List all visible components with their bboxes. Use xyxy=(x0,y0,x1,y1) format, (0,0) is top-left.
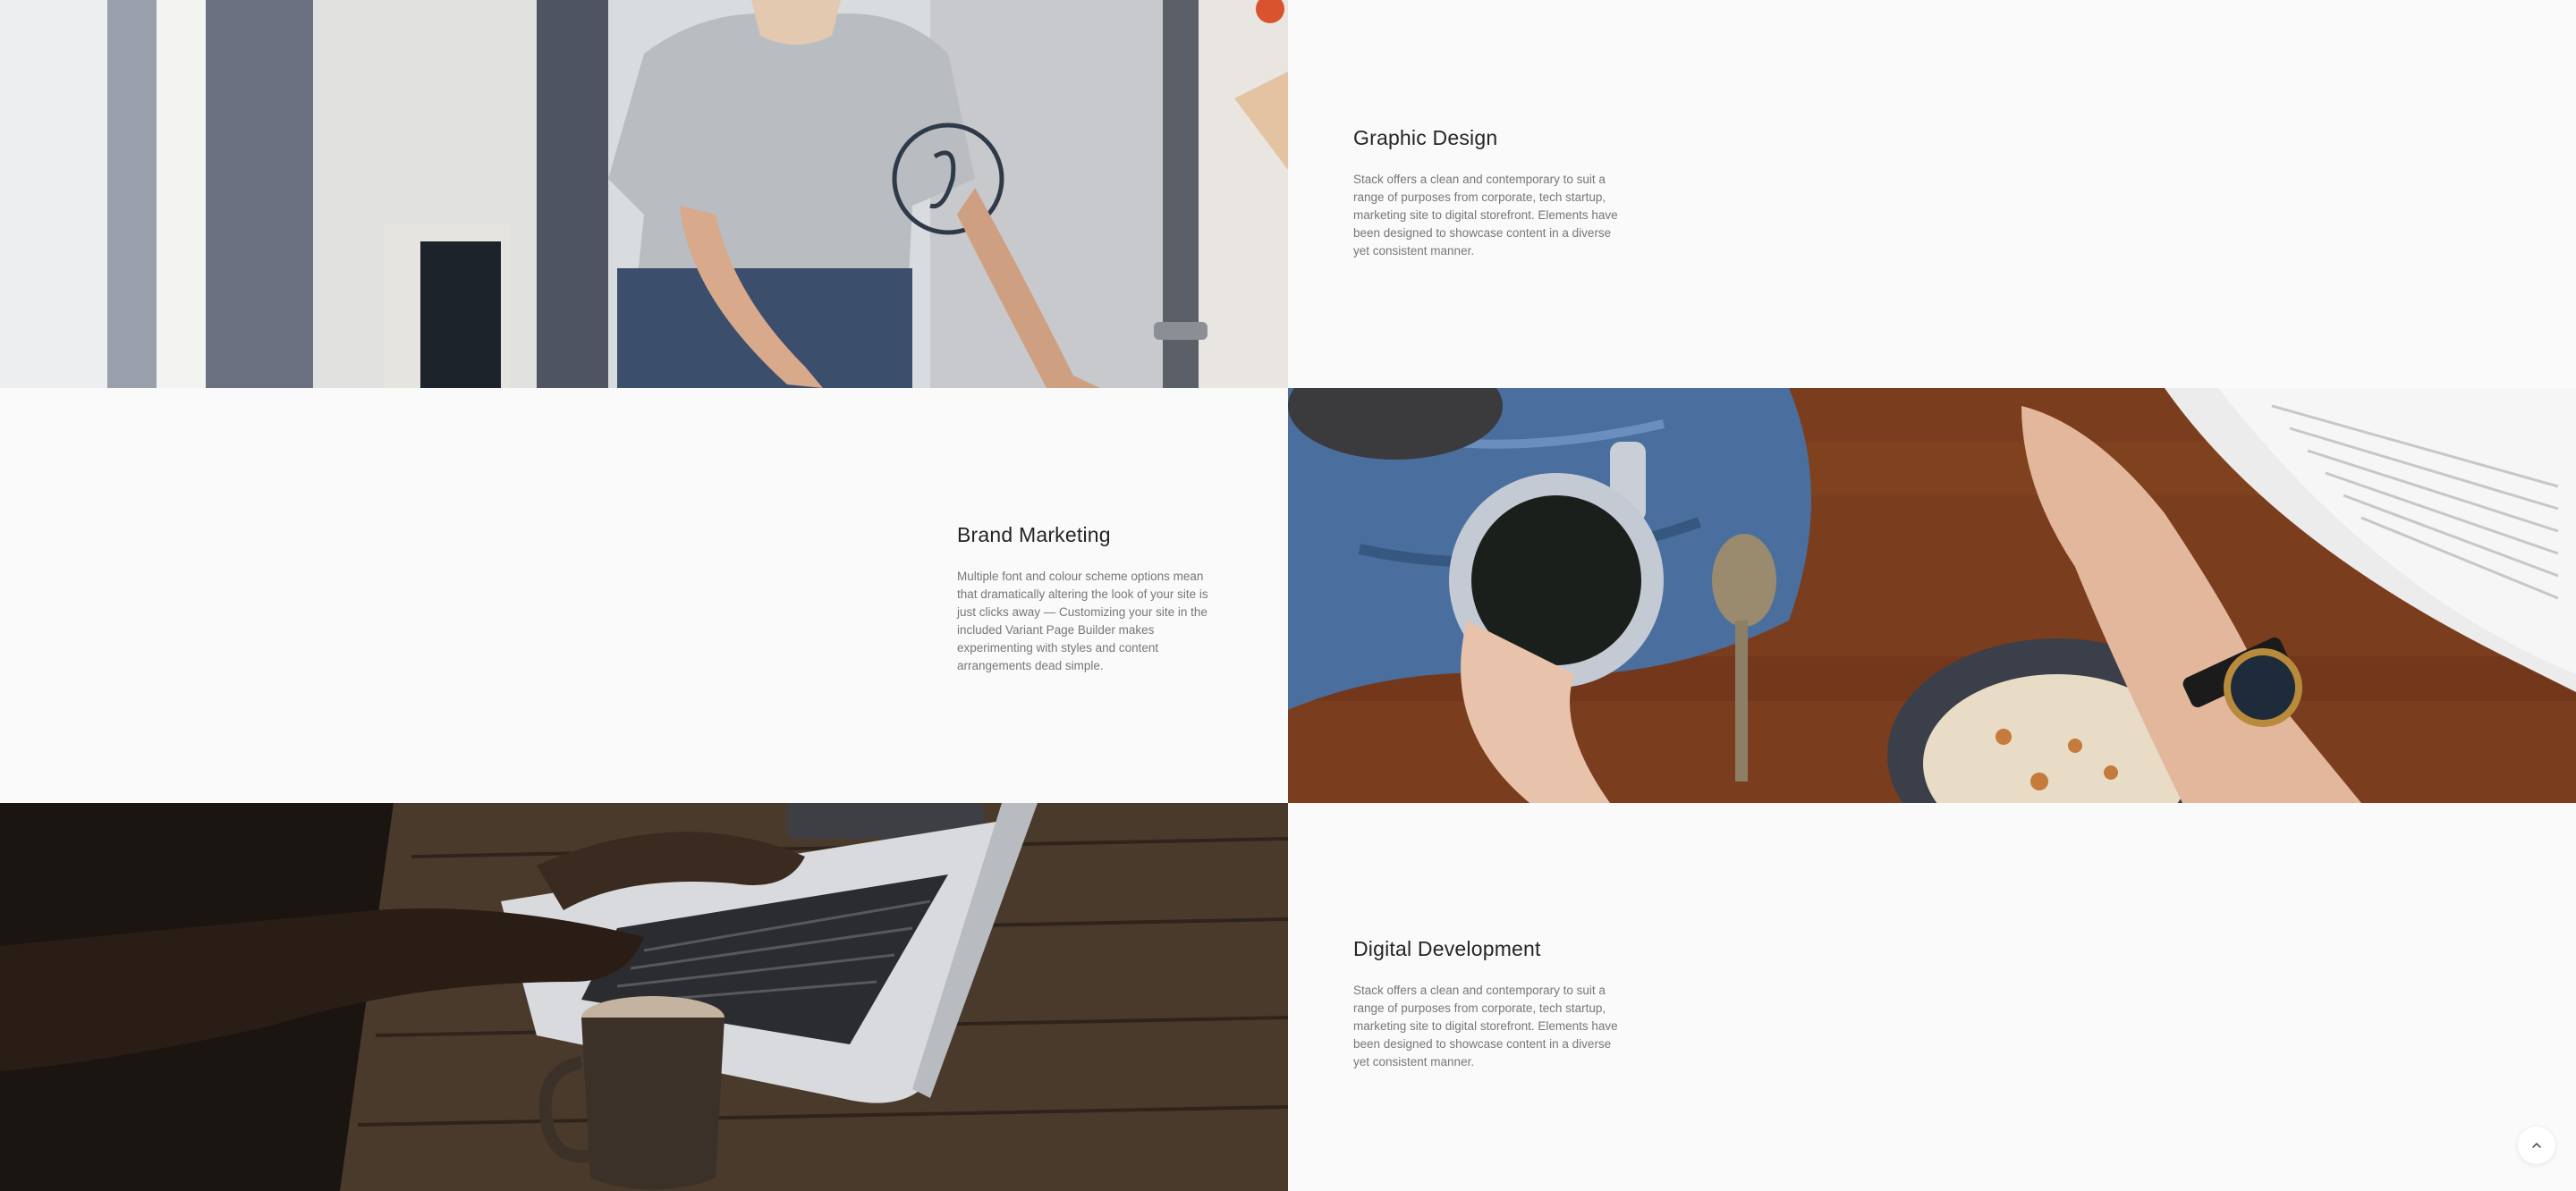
feature-image-coffee-and-book xyxy=(1288,388,2576,803)
chevron-up-icon xyxy=(2532,1143,2541,1148)
feature-title: Brand Marketing xyxy=(957,523,1111,546)
feature-image-woman-at-desk xyxy=(0,0,1288,388)
back-to-top-button[interactable] xyxy=(2518,1127,2555,1164)
feature-title: Digital Development xyxy=(1353,937,1541,960)
page: Graphic Design Stack offers a clean and … xyxy=(0,0,2576,1191)
feature-title: Graphic Design xyxy=(1353,126,1498,149)
feature-image-laptop-on-table xyxy=(0,803,1288,1191)
feature-section-brand-marketing: Brand Marketing Multiple font and colour… xyxy=(0,388,2576,803)
feature-section-digital-development: Digital Development Stack offers a clean… xyxy=(0,803,2576,1191)
feature-text-brand-marketing: Brand Marketing Multiple font and colour… xyxy=(957,521,1212,675)
feature-description: Stack offers a clean and contemporary to… xyxy=(1353,984,1618,1069)
feature-description: Stack offers a clean and contemporary to… xyxy=(1353,173,1618,258)
feature-description: Multiple font and colour scheme options … xyxy=(957,570,1208,672)
feature-text-digital-development: Digital Development Stack offers a clean… xyxy=(1353,935,1622,1071)
feature-section-graphic-design: Graphic Design Stack offers a clean and … xyxy=(0,0,2576,388)
feature-text-graphic-design: Graphic Design Stack offers a clean and … xyxy=(1353,124,1622,260)
